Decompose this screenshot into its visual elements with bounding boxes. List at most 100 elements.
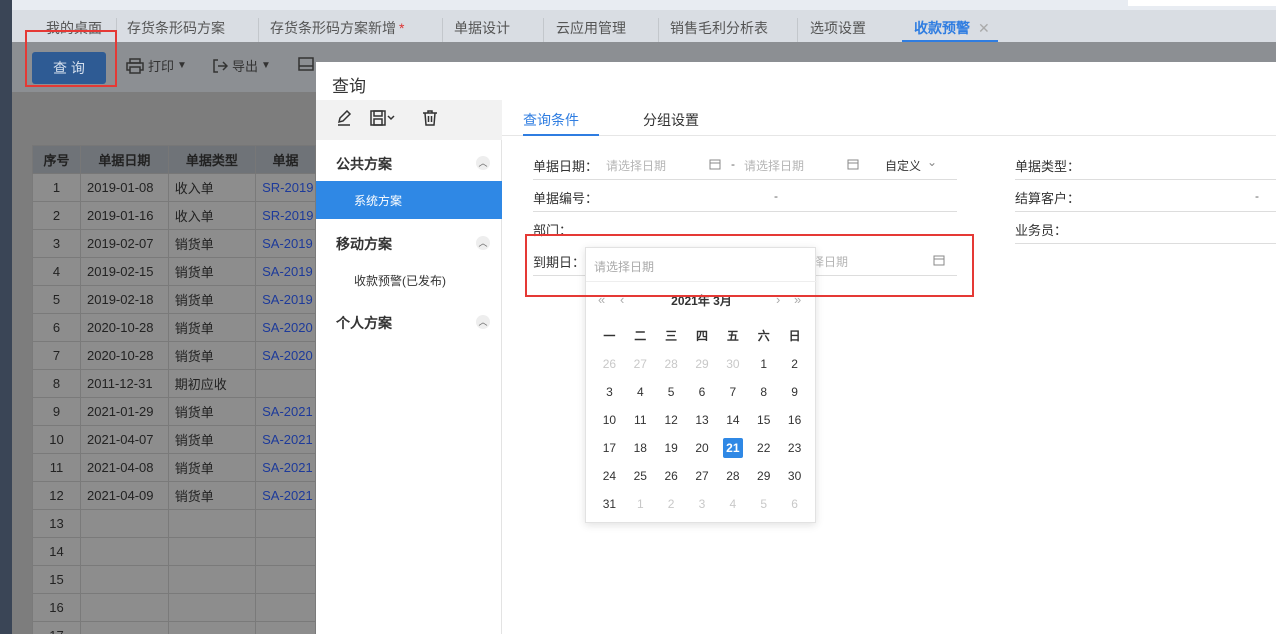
edit-icon[interactable] [336,109,352,129]
cell-docno[interactable] [255,621,316,634]
picker-day[interactable]: 30 [779,462,810,490]
picker-day[interactable]: 4 [717,490,748,518]
export-button[interactable]: 导出 ▼ [212,56,271,75]
next-year-icon[interactable]: » [794,292,801,307]
query-button[interactable]: 查 询 [32,52,106,84]
picker-day[interactable]: 8 [748,378,779,406]
table-row[interactable]: 13 [32,509,316,538]
table-row[interactable]: 5 2019-02-18 销货单 SA-2019 [32,285,316,314]
chevron-up-icon[interactable]: ︿ [476,156,490,170]
trash-icon[interactable] [422,110,438,129]
cell-docno[interactable]: SA-2021 [255,425,316,454]
picker-day[interactable]: 20 [687,434,718,462]
col-header-docno[interactable]: 单据 [255,145,316,174]
table-row[interactable]: 11 2021-04-08 销货单 SA-2021 [32,453,316,482]
chevron-up-icon[interactable]: ︿ [476,315,490,329]
picker-day[interactable]: 17 [594,434,625,462]
table-row[interactable]: 6 2020-10-28 销货单 SA-2020 [32,313,316,342]
table-row[interactable]: 3 2019-02-07 销货单 SA-2019 [32,229,316,258]
doc-date-end-input[interactable]: 请选择日期 [744,157,804,174]
cell-docno[interactable] [255,537,316,566]
calendar-icon[interactable] [847,158,859,173]
tab-desktop[interactable]: 我的桌面 [46,18,102,42]
table-row[interactable]: 12 2021-04-09 销货单 SA-2021 [32,481,316,510]
cell-docno[interactable]: SA-2019 [255,229,316,258]
due-date-end-input[interactable]: 择日期 [812,253,848,270]
picker-day[interactable]: 2 [779,350,810,378]
group-public[interactable]: 公共方案 ︿ [316,148,502,178]
chevron-up-icon[interactable]: ︿ [476,236,490,250]
table-row[interactable]: 9 2021-01-29 销货单 SA-2021 [32,397,316,426]
close-icon[interactable]: ✕ [978,20,990,36]
col-header-date[interactable]: 单据日期 [80,145,169,174]
picker-day[interactable]: 24 [594,462,625,490]
customer-field[interactable]: 结算客户： - [1015,182,1276,212]
cell-docno[interactable]: SA-2020 [255,341,316,370]
table-row[interactable]: 17 [32,621,316,634]
doc-type-field[interactable]: 单据类型： [1015,150,1276,180]
picker-day[interactable]: 6 [687,378,718,406]
table-row[interactable]: 2 2019-01-16 收入单 SR-2019 [32,201,316,230]
picker-day[interactable]: 2 [656,490,687,518]
tab-barcode-scheme-new[interactable]: 存货条形码方案新增 * [258,18,404,42]
picker-day[interactable]: 5 [656,378,687,406]
col-header-type[interactable]: 单据类型 [167,145,257,174]
picker-day[interactable]: 10 [594,406,625,434]
picker-day[interactable]: 27 [687,462,718,490]
picker-day[interactable]: 19 [656,434,687,462]
tab-options[interactable]: 选项设置 [797,18,866,42]
picker-day[interactable]: 6 [779,490,810,518]
tab-sales-margin[interactable]: 销售毛利分析表 [658,18,768,42]
table-row[interactable]: 14 [32,537,316,566]
table-row[interactable]: 10 2021-04-07 销货单 SA-2021 [32,425,316,454]
due-date-start-input[interactable]: 请选择日期 [586,248,817,282]
table-row[interactable]: 16 [32,593,316,622]
picker-day[interactable]: 1 [748,350,779,378]
picker-day[interactable]: 27 [625,350,656,378]
picker-day[interactable]: 25 [625,462,656,490]
group-mobile[interactable]: 移动方案 ︿ [316,228,502,258]
picker-day[interactable]: 12 [656,406,687,434]
tab-barcode-scheme[interactable]: 存货条形码方案 [116,18,225,42]
picker-day[interactable]: 3 [594,378,625,406]
table-row[interactable]: 1 2019-01-08 收入单 SR-2019 [32,173,316,202]
cell-docno[interactable] [255,565,316,594]
cell-docno[interactable]: SA-2020 [255,313,316,342]
picker-day[interactable]: 28 [656,350,687,378]
picker-day[interactable]: 18 [625,434,656,462]
picker-day[interactable]: 7 [717,378,748,406]
tab-receipt-alert[interactable]: 收款预警 ✕ [902,18,998,42]
cell-docno[interactable] [255,369,316,398]
calendar-icon[interactable] [933,254,945,269]
picker-day[interactable]: 30 [717,350,748,378]
picker-day[interactable]: 1 [625,490,656,518]
date-preset-select[interactable]: 自定义 [885,157,921,174]
table-row[interactable]: 7 2020-10-28 销货单 SA-2020 [32,341,316,370]
next-month-icon[interactable]: › [776,292,780,307]
picker-day[interactable]: 23 [779,434,810,462]
table-row[interactable]: 15 [32,565,316,594]
tab-query-conditions[interactable]: 查询条件 [523,110,599,136]
scheme-receipt-alert[interactable]: 收款预警(已发布) [316,261,502,299]
print-button[interactable]: 打印 ▼ [126,56,187,75]
picker-day[interactable]: 29 [687,350,718,378]
cell-docno[interactable] [255,509,316,538]
top-search-box[interactable] [1128,0,1276,6]
picker-day[interactable]: 26 [656,462,687,490]
picker-day[interactable]: 14 [717,406,748,434]
picker-day-selected[interactable]: 21 [717,434,748,462]
picker-day[interactable]: 31 [594,490,625,518]
cell-docno[interactable]: SA-2021 [255,397,316,426]
cell-docno[interactable]: SR-2019 [255,201,316,230]
mail-button[interactable] [298,56,318,72]
scheme-system[interactable]: 系统方案 [316,181,502,219]
tab-cloud-app[interactable]: 云应用管理 [543,18,626,42]
picker-day[interactable]: 3 [687,490,718,518]
salesman-field[interactable]: 业务员： [1015,214,1276,244]
doc-date-start-input[interactable]: 请选择日期 [606,157,666,174]
save-icon[interactable] [370,110,398,129]
col-header-index[interactable]: 序号 [32,145,82,174]
picker-day[interactable]: 4 [625,378,656,406]
picker-day[interactable]: 5 [748,490,779,518]
cell-docno[interactable]: SA-2021 [255,481,316,510]
